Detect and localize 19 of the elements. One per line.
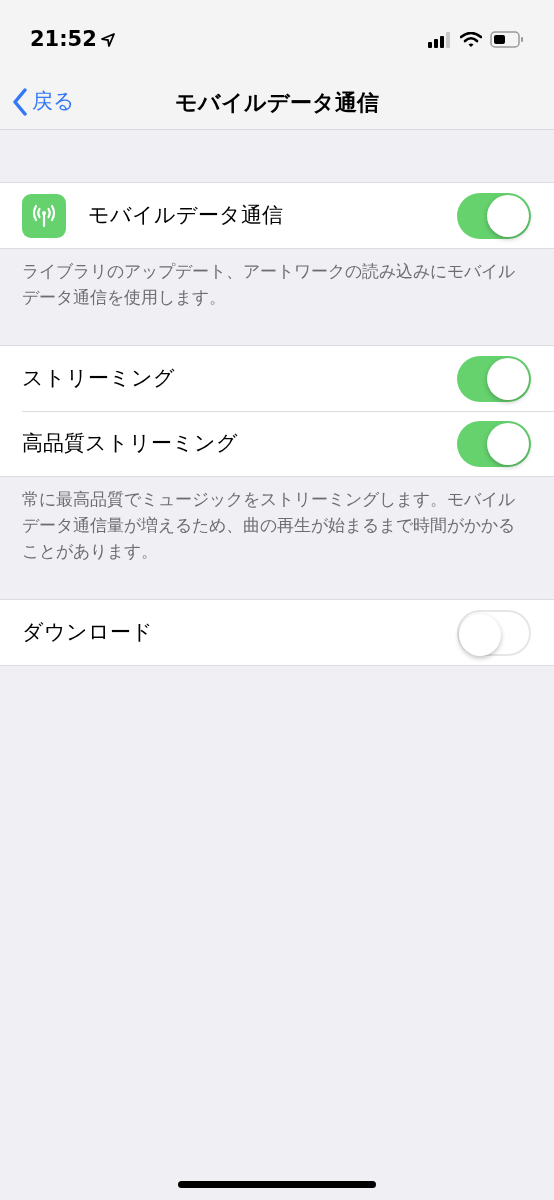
toggle-switch[interactable]	[457, 609, 531, 656]
screen-title: モバイルデータ通信	[175, 88, 379, 117]
toggle-switch[interactable]	[457, 192, 531, 239]
clock-time: 21:52	[30, 25, 97, 53]
wifi-icon	[460, 31, 482, 48]
setting-label: ダウンロード	[22, 618, 154, 646]
setting-label: ストリーミング	[22, 364, 176, 392]
antenna-icon	[22, 193, 66, 238]
setting-label: モバイルデータ通信	[88, 201, 284, 229]
battery-icon	[490, 31, 524, 48]
setting-label: 高品質ストリーミング	[22, 430, 239, 458]
location-arrow-icon	[100, 32, 115, 47]
section-footer-text: ライブラリのアップデート、アートワークの読み込みにモバイルデータ通信を使用します。	[21, 261, 516, 309]
toggle-switch[interactable]	[457, 355, 531, 402]
toggle-switch[interactable]	[457, 421, 531, 467]
back-button[interactable]: 戻る	[0, 86, 75, 118]
section-footer-text: 常に最高品質でミュージックをストリーミングします。モバイルデータ通信量が増えるため、曲の再生が始まるまで時間がかかることがあります。	[21, 489, 516, 563]
chevron-left-icon	[12, 88, 28, 116]
signal-icon	[428, 31, 452, 48]
